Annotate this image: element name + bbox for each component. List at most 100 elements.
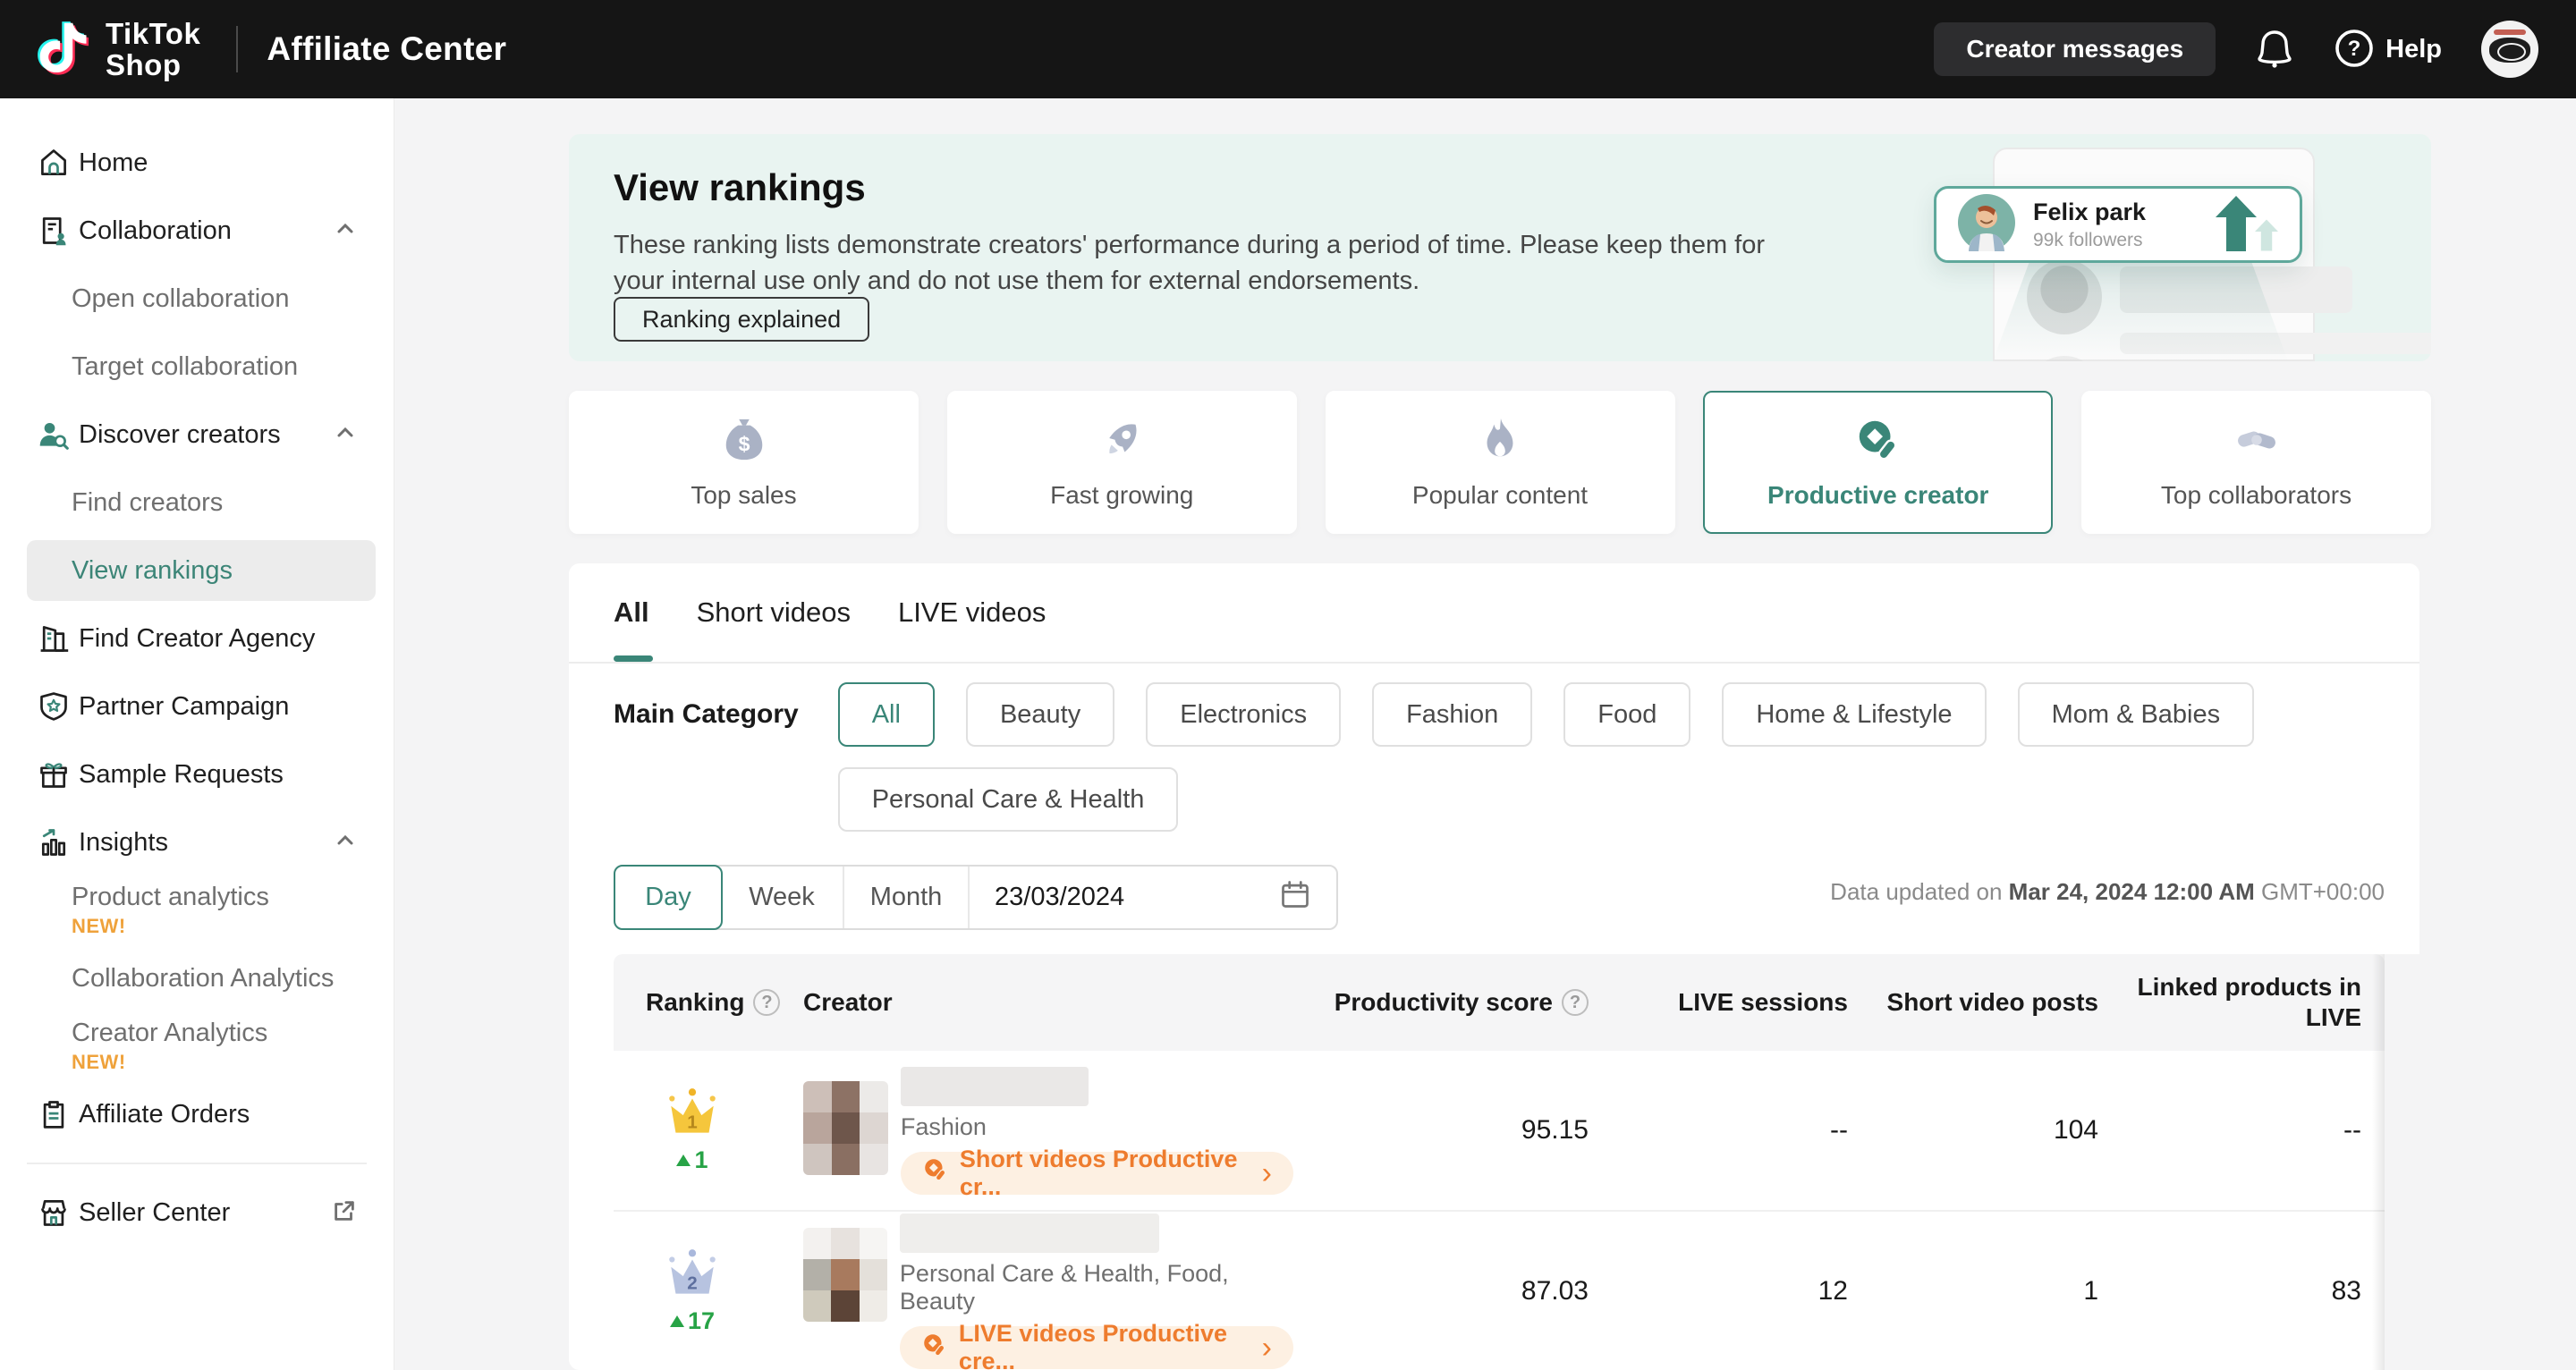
top-bar: TikTok Shop Affiliate Center Creator mes… — [0, 0, 2576, 98]
brand-line2: Shop — [106, 49, 200, 80]
calendar-icon — [1279, 878, 1311, 918]
sidebar-item-find-creator-agency[interactable]: Find Creator Agency — [0, 605, 394, 672]
rank-up-arrow-icon — [2216, 196, 2278, 253]
tab-live-videos[interactable]: LIVE videos — [898, 563, 1046, 662]
sidebar-divider — [27, 1163, 367, 1164]
bell-icon — [2255, 27, 2294, 72]
help-button[interactable]: ? Help — [2334, 28, 2442, 72]
sidebar-item-insights[interactable]: Insights — [0, 808, 394, 876]
user-avatar[interactable] — [2481, 21, 2538, 78]
ranking-type-cards: $ Top sales Fast growing — [569, 391, 2431, 534]
table-row[interactable]: 2 17 Personal Care & Health, Food, Beaut… — [614, 1212, 2385, 1370]
shield-star-icon — [36, 689, 72, 724]
score-help-icon[interactable]: ? — [1562, 989, 1589, 1016]
ranking-type-fast-growing[interactable]: Fast growing — [947, 391, 1297, 534]
creator-categories: Fashion — [901, 1113, 987, 1141]
category-all[interactable]: All — [838, 682, 935, 747]
date-value: 23/03/2024 — [995, 883, 1124, 912]
home-icon — [36, 145, 72, 181]
sidebar-item-collaboration-analytics[interactable]: Collaboration Analytics — [0, 944, 394, 1012]
brand-wordmark[interactable]: TikTok Shop — [106, 18, 200, 80]
page-title: Affiliate Center — [267, 30, 506, 68]
svg-text:2: 2 — [687, 1273, 697, 1294]
col-creator: Creator — [771, 988, 1293, 1017]
new-badge: NEW! — [72, 1051, 358, 1074]
svg-text:?: ? — [2348, 37, 2361, 61]
up-triangle-icon — [670, 1315, 684, 1327]
main-category-filter: Main Category All Beauty Electronics Fas… — [614, 682, 2341, 832]
silver-crown-icon: 2 — [663, 1247, 722, 1306]
creator-avatar — [1958, 194, 2015, 256]
ranking-type-popular-content[interactable]: Popular content — [1326, 391, 1675, 534]
category-mom-babies[interactable]: Mom & Babies — [2018, 682, 2255, 747]
sidebar-item-seller-center[interactable]: Seller Center — [0, 1179, 394, 1247]
tab-all[interactable]: All — [614, 563, 649, 662]
table-scroll-shadow — [2372, 954, 2385, 1370]
linked-products-value: -- — [2098, 1115, 2385, 1146]
short-video-posts-value: 1 — [1848, 1276, 2098, 1307]
category-home-lifestyle[interactable]: Home & Lifestyle — [1722, 682, 1986, 747]
period-month[interactable]: Month — [844, 867, 970, 928]
sidebar-item-partner-campaign[interactable]: Partner Campaign — [0, 672, 394, 740]
rocket-icon — [1097, 416, 1146, 469]
rankings-table: Ranking ? Creator Productivity score ? L… — [614, 954, 2385, 1370]
col-ranking: Ranking — [646, 988, 744, 1017]
gold-crown-icon: 1 — [663, 1087, 722, 1145]
header-divider — [236, 26, 238, 72]
sidebar-item-target-collaboration[interactable]: Target collaboration — [0, 333, 394, 401]
linked-products-value: 83 — [2098, 1276, 2385, 1307]
chevron-up-icon — [333, 828, 358, 858]
category-fashion[interactable]: Fashion — [1372, 682, 1532, 747]
sidebar-item-find-creators[interactable]: Find creators — [0, 469, 394, 537]
category-electronics[interactable]: Electronics — [1146, 682, 1341, 747]
ranking-type-top-collaborators[interactable]: Top collaborators — [2081, 391, 2431, 534]
chevron-up-icon — [333, 420, 358, 450]
up-triangle-icon — [676, 1154, 691, 1166]
banner-description: These ranking lists demonstrate creators… — [614, 227, 1765, 299]
notifications-button[interactable] — [2255, 27, 2294, 72]
date-picker[interactable]: 23/03/2024 — [970, 867, 1336, 928]
sidebar-item-view-rankings[interactable]: View rankings — [27, 540, 376, 601]
creator-messages-button[interactable]: Creator messages — [1934, 22, 2216, 76]
banner-title: View rankings — [614, 166, 866, 209]
brand-line1: TikTok — [106, 18, 200, 49]
ranking-explained-button[interactable]: Ranking explained — [614, 297, 869, 342]
rankings-panel: All Short videos LIVE videos Main Catego… — [569, 563, 2419, 1370]
sidebar-item-creator-analytics[interactable]: Creator Analytics NEW! — [0, 1012, 394, 1080]
tiktok-logo-icon — [38, 17, 89, 82]
sidebar-item-affiliate-orders[interactable]: Affiliate Orders — [0, 1080, 394, 1148]
rankings-illustration: Felix park 99k followers — [1912, 134, 2431, 361]
svg-text:1: 1 — [687, 1112, 697, 1133]
rank-change: 1 — [676, 1146, 708, 1174]
period-week[interactable]: Week — [721, 867, 844, 928]
tab-short-videos[interactable]: Short videos — [697, 563, 851, 662]
blurred-creator-name — [901, 1067, 1089, 1106]
ranking-type-top-sales[interactable]: $ Top sales — [569, 391, 919, 534]
creator-categories: Personal Care & Health, Food, Beauty — [900, 1260, 1293, 1315]
main-content: View rankings These ranking lists demons… — [394, 98, 2576, 1370]
sidebar-item-collaboration[interactable]: Collaboration — [0, 197, 394, 265]
sidebar-item-discover-creators[interactable]: Discover creators — [0, 401, 394, 469]
productivity-score-value: 95.15 — [1293, 1115, 1589, 1146]
category-food[interactable]: Food — [1563, 682, 1690, 747]
sidebar-item-open-collaboration[interactable]: Open collaboration — [0, 265, 394, 333]
productive-badge[interactable]: LIVE videos Productive cre... › — [900, 1326, 1293, 1369]
view-rankings-banner: View rankings These ranking lists demons… — [569, 134, 2431, 361]
creator-cell: Fashion Short videos Productive cr... — [771, 1067, 1293, 1195]
brand-area: TikTok Shop Affiliate Center — [38, 17, 506, 82]
table-row[interactable]: 1 1 Fashion — [614, 1051, 2385, 1212]
productive-badge[interactable]: Short videos Productive cr... › — [901, 1152, 1293, 1195]
agency-building-icon — [36, 621, 72, 656]
productive-creator-icon — [1854, 416, 1902, 469]
ranking-type-productive-creator[interactable]: Productive creator — [1703, 391, 2053, 534]
blurred-creator-name — [900, 1214, 1159, 1253]
handshake-icon — [2233, 416, 2281, 469]
sidebar-item-sample-requests[interactable]: Sample Requests — [0, 740, 394, 808]
blurred-creator-avatar — [803, 1228, 887, 1322]
table-scroll-gutter[interactable] — [2385, 954, 2576, 1370]
category-beauty[interactable]: Beauty — [966, 682, 1114, 747]
sidebar-item-product-analytics[interactable]: Product analytics NEW! — [0, 876, 394, 944]
period-day[interactable]: Day — [614, 865, 723, 930]
sidebar-item-home[interactable]: Home — [0, 129, 394, 197]
category-personal-care-health[interactable]: Personal Care & Health — [838, 767, 1179, 832]
